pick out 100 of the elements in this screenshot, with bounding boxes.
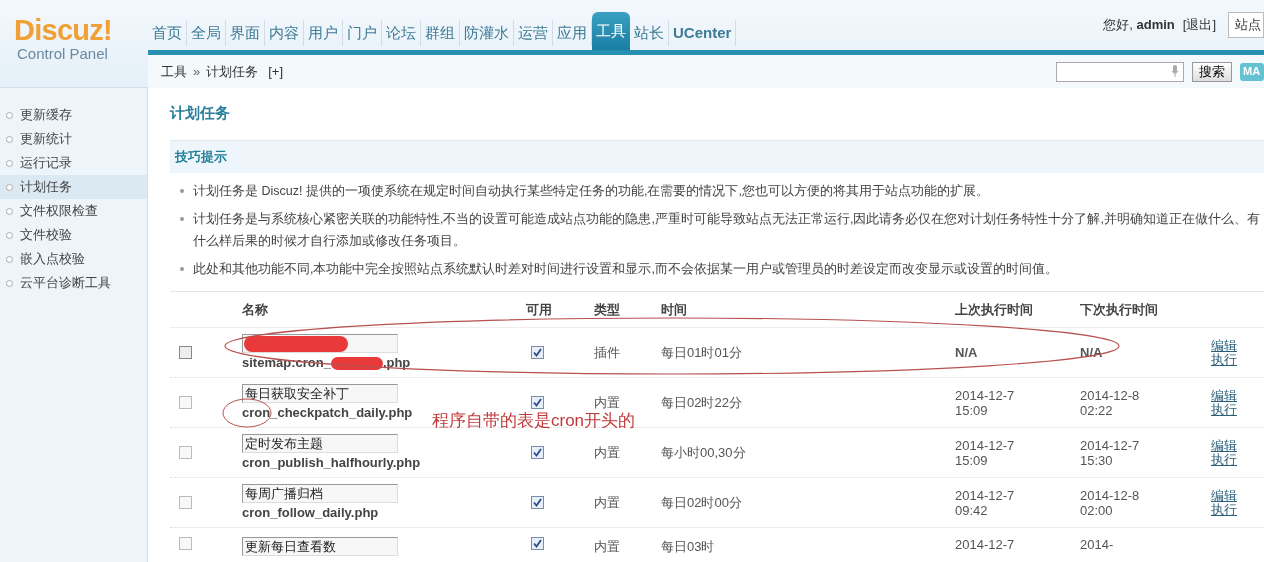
page-title: 计划任务 bbox=[170, 103, 231, 123]
run-link[interactable]: 执行 bbox=[1211, 402, 1259, 417]
microphone-icon bbox=[1171, 65, 1179, 78]
greeting-text: 您好, admin bbox=[1103, 16, 1175, 35]
edit-link[interactable]: 编辑 bbox=[1211, 438, 1259, 453]
file-extension: .php bbox=[382, 355, 411, 371]
bullet-icon bbox=[6, 135, 13, 143]
name-field[interactable]: 每日获取安全补丁 bbox=[242, 384, 398, 403]
bullet-icon bbox=[180, 267, 184, 271]
nav-tab[interactable]: 内容 bbox=[265, 20, 304, 46]
next-run-text: 2014- bbox=[1080, 537, 1115, 552]
enabled-checkbox[interactable] bbox=[531, 396, 544, 409]
logo-title: Discuz! bbox=[14, 14, 113, 46]
nav-tab[interactable]: 防灌水 bbox=[460, 20, 514, 46]
file-name: cron_publish_halfhourly.php bbox=[242, 455, 421, 471]
row-checkbox[interactable] bbox=[179, 537, 192, 550]
type-text: 内置 bbox=[594, 393, 621, 412]
row-checkbox[interactable] bbox=[179, 346, 192, 359]
row-checkbox[interactable] bbox=[179, 396, 192, 409]
site-button[interactable]: 站点 bbox=[1228, 12, 1264, 38]
nav-tab[interactable]: 首页 bbox=[148, 20, 187, 46]
run-link[interactable]: 执行 bbox=[1211, 452, 1259, 467]
row-checkbox[interactable] bbox=[179, 446, 192, 459]
schedule-text: 每日01时01分 bbox=[661, 343, 743, 362]
bullet-icon bbox=[6, 207, 13, 215]
sidebar-item[interactable]: 更新缓存 bbox=[0, 103, 147, 127]
logo-subtitle: Control Panel bbox=[16, 46, 109, 62]
nav-tab[interactable]: 用户 bbox=[304, 20, 343, 46]
bullet-icon bbox=[6, 111, 13, 119]
sidebar-item[interactable]: 运行记录 bbox=[0, 151, 147, 175]
schedule-text: 每日02时22分 bbox=[661, 393, 743, 412]
last-run-text: 2014-12-7 09:42 bbox=[955, 487, 1016, 518]
bullet-icon bbox=[6, 255, 13, 263]
column-header: 类型 bbox=[594, 300, 621, 319]
name-field[interactable]: 定时发布主题 bbox=[242, 434, 398, 453]
name-field[interactable]: 更新每日查看数 bbox=[242, 537, 398, 556]
breadcrumb-separator: » bbox=[193, 62, 201, 81]
nav-tab[interactable]: 门户 bbox=[343, 20, 382, 46]
name-field[interactable] bbox=[242, 334, 398, 353]
search-field[interactable] bbox=[1056, 61, 1184, 82]
bullet-icon bbox=[6, 279, 13, 287]
row-checkbox[interactable] bbox=[179, 496, 192, 509]
column-header: 时间 bbox=[661, 300, 688, 319]
breadcrumb-link[interactable]: 工具 bbox=[161, 61, 187, 82]
nav-tab[interactable]: 站长 bbox=[630, 20, 669, 46]
type-text: 内置 bbox=[594, 443, 621, 462]
type-text: 内置 bbox=[594, 493, 621, 512]
edit-link[interactable]: 编辑 bbox=[1211, 488, 1259, 503]
last-run-text: 2014-12-7 15:09 bbox=[955, 437, 1016, 468]
next-run-text: 2014-12-8 02:00 bbox=[1080, 487, 1141, 518]
add-shortcut-link[interactable]: [+] bbox=[268, 61, 284, 82]
edit-link[interactable]: 编辑 bbox=[1211, 388, 1259, 403]
annotation-text: 程序自带的表是cron开头的 bbox=[432, 412, 636, 430]
type-text: 插件 bbox=[594, 343, 621, 362]
last-run-text: N/A bbox=[955, 345, 979, 360]
run-link[interactable]: 执行 bbox=[1211, 502, 1259, 517]
nav-tab[interactable]: 全局 bbox=[187, 20, 226, 46]
enabled-checkbox[interactable] bbox=[531, 537, 544, 550]
sidebar-item[interactable]: 云平台诊断工具 bbox=[0, 271, 147, 295]
edit-link[interactable]: 编辑 bbox=[1211, 338, 1259, 353]
last-run-text: 2014-12-7 bbox=[955, 537, 1016, 552]
sidebar-item[interactable]: 文件权限检查 bbox=[0, 199, 147, 223]
enabled-checkbox[interactable] bbox=[531, 346, 544, 359]
nav-tab[interactable]: 工具 bbox=[592, 12, 630, 50]
sidebar-item[interactable]: 嵌入点校验 bbox=[0, 247, 147, 271]
tips-title: 技巧提示 bbox=[175, 148, 227, 167]
nav-tab[interactable]: 运营 bbox=[514, 20, 553, 46]
file-name: cron_follow_daily.php bbox=[242, 505, 379, 521]
bullet-icon bbox=[180, 189, 184, 193]
next-run-text: 2014-12-8 02:22 bbox=[1080, 387, 1141, 418]
name-field[interactable]: 每周广播归档 bbox=[242, 484, 398, 503]
nav-tab[interactable]: 论坛 bbox=[382, 20, 421, 46]
file-name: cron_checkpatch_daily.php bbox=[242, 405, 413, 421]
bullet-icon bbox=[6, 183, 13, 191]
column-header: 上次执行时间 bbox=[955, 300, 1034, 319]
last-run-text: 2014-12-7 15:09 bbox=[955, 387, 1016, 418]
sidebar-item[interactable]: 计划任务 bbox=[0, 175, 147, 199]
tip-text: 此处和其他功能不同,本功能中完全按照站点系统默认时差对时间进行设置和显示,而不会依据某一用户或管理员的时差设定而改变显示或设置的时间值。 bbox=[193, 261, 1058, 278]
enabled-checkbox[interactable] bbox=[531, 496, 544, 509]
logout-link[interactable]: [退出] bbox=[1182, 15, 1216, 35]
type-text: 内置 bbox=[594, 538, 621, 556]
sidebar-item[interactable]: 更新统计 bbox=[0, 127, 147, 151]
column-header: 名称 bbox=[242, 300, 269, 319]
column-header: 可用 bbox=[526, 300, 553, 319]
nav-tab[interactable]: UCenter bbox=[669, 20, 737, 46]
bullet-icon bbox=[6, 231, 13, 239]
search-button[interactable]: 搜索 bbox=[1192, 61, 1232, 82]
tip-text: 计划任务是与系统核心紧密关联的功能特性,不当的设置可能造成站点功能的隐患,严重时可能导致站点无法正常运行,因此请务必仅在您对计划任务特性十分了解,并明确知道正在做什么、有什么样后果的时候才自行添加或修改任务项目。 bbox=[193, 211, 1260, 250]
bullet-icon bbox=[180, 217, 184, 221]
nav-tab[interactable]: 群组 bbox=[421, 20, 460, 46]
schedule-text: 每日03时 bbox=[661, 538, 716, 556]
enabled-checkbox[interactable] bbox=[531, 446, 544, 459]
nav-tab[interactable]: 界面 bbox=[226, 20, 265, 46]
schedule-text: 每小时00,30分 bbox=[661, 443, 747, 462]
next-run-text: 2014-12-7 15:30 bbox=[1080, 437, 1141, 468]
column-header: 下次执行时间 bbox=[1080, 300, 1159, 319]
sidebar-item[interactable]: 文件校验 bbox=[0, 223, 147, 247]
run-link[interactable]: 执行 bbox=[1211, 352, 1259, 367]
schedule-text: 每日02时00分 bbox=[661, 493, 743, 512]
breadcrumb-current: 计划任务 bbox=[206, 62, 259, 81]
